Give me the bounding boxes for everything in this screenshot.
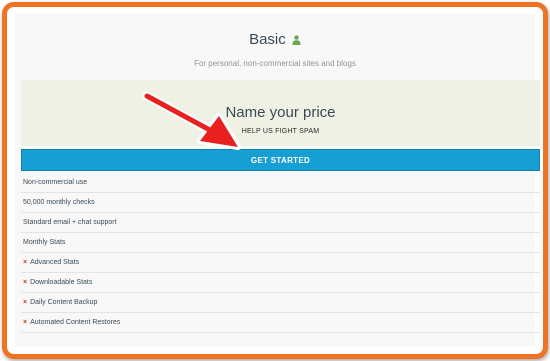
price-section: Name your price HELP US FIGHT SPAM [21,80,540,146]
price-subtitle: HELP US FIGHT SPAM [241,128,320,135]
feature-item: × Downloadable Stats [21,273,540,293]
screenshot-frame: Basic For personal, non-commercial sites… [2,2,548,359]
feature-item: 50,000 monthly checks [21,193,540,213]
feature-item: Non-commercial use [21,173,540,193]
excluded-x-icon: × [23,299,28,306]
feature-item: Monthly Stats [21,233,540,253]
user-icon [292,32,301,49]
feature-label: Downloadable Stats [30,279,93,286]
feature-list: Non-commercial use 50,000 monthly checks S… [21,173,540,333]
feature-label: Non-commercial use [23,179,88,186]
plan-title: Basic [15,31,535,49]
feature-item: × Automated Content Restores [21,313,540,333]
feature-label: Automated Content Restores [30,319,121,326]
plan-description: For personal, non-commercial sites and b… [194,59,356,68]
feature-item: Standard email + chat support [21,213,540,233]
feature-label: Advanced Stats [30,259,80,266]
excluded-x-icon: × [23,319,28,326]
price-title: Name your price [225,104,336,121]
feature-label: 50,000 monthly checks [23,199,95,206]
excluded-x-icon: × [23,259,28,266]
plan-title-text: Basic [249,31,286,48]
plan-header: Basic For personal, non-commercial sites… [15,13,535,79]
feature-item: × Advanced Stats [21,253,540,273]
get-started-button[interactable]: GET STARTED [21,149,540,171]
feature-label: Daily Content Backup [30,299,98,306]
feature-label: Monthly Stats [23,239,66,246]
feature-item: × Daily Content Backup [21,293,540,313]
feature-label: Standard email + chat support [23,219,117,226]
excluded-x-icon: × [23,279,28,286]
pricing-card: Basic For personal, non-commercial sites… [15,13,540,347]
